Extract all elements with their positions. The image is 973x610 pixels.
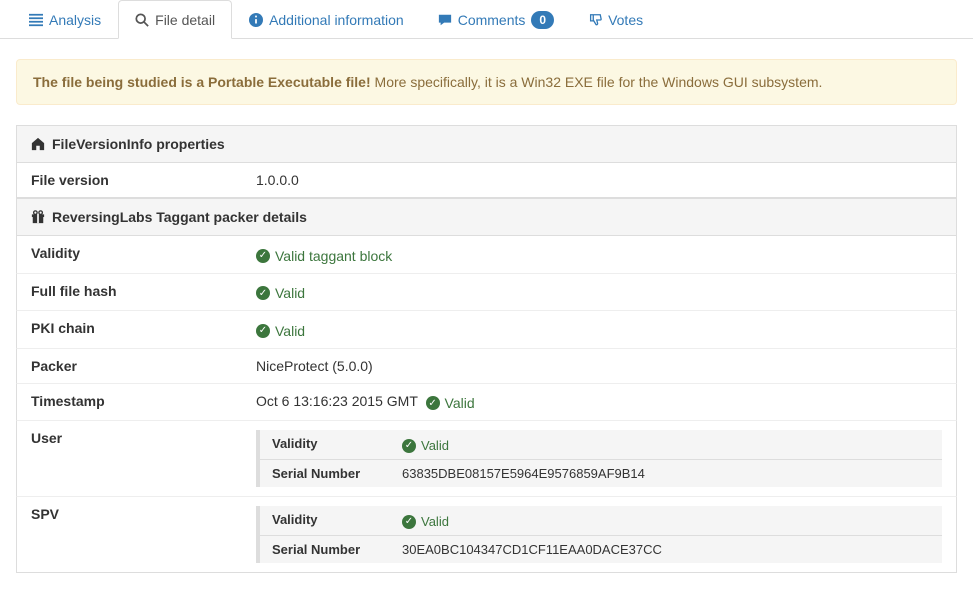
alert-rest: More specifically, it is a Win32 EXE fil…: [371, 74, 823, 90]
check-icon: ✓: [256, 324, 270, 338]
fvi-header-label: FileVersionInfo properties: [52, 136, 225, 152]
comment-icon: [438, 13, 452, 27]
user-row: User Validity ✓Valid Serial Number 63835…: [16, 421, 957, 497]
reversinglabs-header: ReversingLabs Taggant packer details: [16, 198, 957, 236]
timestamp-value: Oct 6 13:16:23 2015 GMT ✓Valid: [256, 393, 942, 412]
tab-additional-info[interactable]: Additional information: [232, 0, 421, 39]
file-version-label: File version: [31, 172, 256, 188]
tab-comments-label: Comments: [458, 12, 526, 28]
user-serial-row: Serial Number 63835DBE08157E5964E9576859…: [260, 460, 942, 487]
check-icon: ✓: [426, 396, 440, 410]
spv-row: SPV Validity ✓Valid Serial Number 30EA0B…: [16, 497, 957, 573]
spv-validity-label: Validity: [272, 512, 402, 529]
full-hash-label: Full file hash: [31, 283, 256, 299]
full-hash-value: ✓Valid: [256, 285, 305, 301]
pki-row: PKI chain ✓Valid: [16, 311, 957, 349]
file-version-value: 1.0.0.0: [256, 172, 942, 188]
packer-label: Packer: [31, 358, 256, 374]
file-version-row: File version 1.0.0.0: [16, 163, 957, 198]
user-label: User: [31, 430, 256, 446]
check-icon: ✓: [256, 286, 270, 300]
tab-votes-label: Votes: [608, 12, 643, 28]
thumbs-down-icon: [588, 13, 602, 27]
spv-subtable: Validity ✓Valid Serial Number 30EA0BC104…: [256, 506, 942, 563]
validity-label: Validity: [31, 245, 256, 261]
tab-analysis[interactable]: Analysis: [12, 0, 118, 39]
full-hash-row: Full file hash ✓Valid: [16, 274, 957, 312]
spv-label: SPV: [31, 506, 256, 522]
comments-count-badge: 0: [531, 11, 554, 29]
gift-icon: [31, 210, 45, 224]
home-icon: [31, 137, 45, 151]
tab-votes[interactable]: Votes: [571, 0, 660, 39]
spv-serial-row: Serial Number 30EA0BC104347CD1CF11EAA0DA…: [260, 536, 942, 563]
spv-serial-value: 30EA0BC104347CD1CF11EAA0DACE37CC: [402, 542, 930, 557]
tab-comments[interactable]: Comments 0: [421, 0, 571, 39]
tab-file-detail[interactable]: File detail: [118, 0, 232, 39]
check-icon: ✓: [402, 439, 416, 453]
validity-row: Validity ✓Valid taggant block: [16, 236, 957, 274]
user-validity-row: Validity ✓Valid: [260, 430, 942, 460]
info-icon: [249, 13, 263, 27]
user-validity-value: ✓Valid: [402, 438, 449, 453]
spv-validity-value: ✓Valid: [402, 514, 449, 529]
validity-value: ✓Valid taggant block: [256, 248, 392, 264]
search-icon: [135, 13, 149, 27]
packer-value: NiceProtect (5.0.0): [256, 358, 942, 374]
fileversioninfo-header: FileVersionInfo properties: [16, 125, 957, 163]
user-serial-value: 63835DBE08157E5964E9576859AF9B14: [402, 466, 930, 481]
reversinglabs-panel: ReversingLabs Taggant packer details Val…: [16, 198, 957, 573]
spv-serial-label: Serial Number: [272, 542, 402, 557]
tabs: Analysis File detail Additional informat…: [0, 0, 973, 39]
user-subtable: Validity ✓Valid Serial Number 63835DBE08…: [256, 430, 942, 487]
tab-analysis-label: Analysis: [49, 12, 101, 28]
user-validity-label: Validity: [272, 436, 402, 453]
pki-label: PKI chain: [31, 320, 256, 336]
rl-header-label: ReversingLabs Taggant packer details: [52, 209, 307, 225]
user-serial-label: Serial Number: [272, 466, 402, 481]
spv-validity-row: Validity ✓Valid: [260, 506, 942, 536]
timestamp-label: Timestamp: [31, 393, 256, 409]
alert-strong: The file being studied is a Portable Exe…: [33, 74, 371, 90]
packer-row: Packer NiceProtect (5.0.0): [16, 349, 957, 384]
tab-file-detail-label: File detail: [155, 12, 215, 28]
pki-value: ✓Valid: [256, 323, 305, 339]
check-icon: ✓: [256, 249, 270, 263]
list-icon: [29, 13, 43, 27]
check-icon: ✓: [402, 515, 416, 529]
fileversioninfo-panel: FileVersionInfo properties File version …: [16, 125, 957, 198]
tab-additional-info-label: Additional information: [269, 12, 404, 28]
timestamp-row: Timestamp Oct 6 13:16:23 2015 GMT ✓Valid: [16, 384, 957, 422]
file-type-alert: The file being studied is a Portable Exe…: [16, 59, 957, 105]
